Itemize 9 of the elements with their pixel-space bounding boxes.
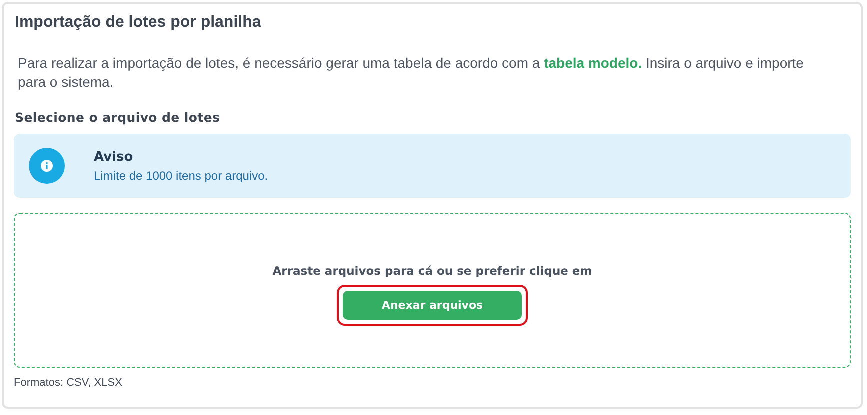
section-heading: Selecione o arquivo de lotes — [15, 110, 222, 125]
info-icon — [29, 148, 65, 184]
panel-title: Importação de lotes por planilha — [15, 14, 262, 32]
notice-text: Limite de 1000 itens por arquivo. — [94, 168, 268, 182]
intro-text: Para realizar a importação de lotes, é necessário gerar uma tabela de acordo com a tabela modelo. Insira o arquivo e importe para o sistema. — [18, 54, 805, 92]
notice-title: Aviso — [94, 150, 134, 164]
formats-text: Formatos: CSV, XLSX — [14, 377, 124, 389]
drop-prompt: Arraste arquivos para cá ou se preferir clique em — [272, 264, 592, 278]
drop-zone[interactable]: Arraste arquivos para cá ou se preferir clique em Anexar arquivos — [14, 213, 851, 368]
